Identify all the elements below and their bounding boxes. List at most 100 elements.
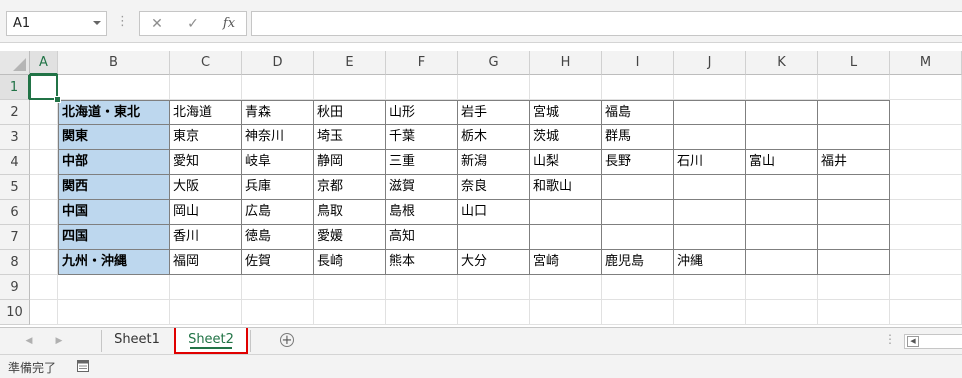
cell-i8[interactable]: 鹿児島: [602, 250, 674, 275]
cell-l3[interactable]: [818, 125, 890, 150]
cell-h7[interactable]: [530, 225, 602, 250]
cell-l10[interactable]: [818, 300, 890, 325]
cell-l9[interactable]: [818, 275, 890, 300]
cell-i9[interactable]: [602, 275, 674, 300]
cell-c9[interactable]: [170, 275, 242, 300]
cell-h3[interactable]: 茨城: [530, 125, 602, 150]
select-all-button[interactable]: [0, 51, 30, 75]
cell-b6[interactable]: 中国: [58, 200, 170, 225]
column-header-c[interactable]: C: [170, 51, 242, 75]
row-header-2[interactable]: 2: [0, 100, 30, 125]
cell-k9[interactable]: [746, 275, 818, 300]
scroll-left-icon[interactable]: ◀: [907, 336, 919, 347]
cell-i3[interactable]: 群馬: [602, 125, 674, 150]
cell-e6[interactable]: 鳥取: [314, 200, 386, 225]
cell-i2[interactable]: 福島: [602, 100, 674, 125]
more-options-icon[interactable]: ⋮: [116, 12, 129, 32]
cell-f5[interactable]: 滋賀: [386, 175, 458, 200]
row-header-9[interactable]: 9: [0, 275, 30, 300]
cancel-icon[interactable]: ✕: [145, 15, 169, 33]
cell-d4[interactable]: 岐阜: [242, 150, 314, 175]
cell-a4[interactable]: [30, 150, 58, 175]
cell-a2[interactable]: [30, 100, 58, 125]
column-header-l[interactable]: L: [818, 51, 890, 75]
cell-c1[interactable]: [170, 75, 242, 100]
chevron-down-icon[interactable]: [93, 21, 101, 25]
column-header-h[interactable]: H: [530, 51, 602, 75]
row-header-3[interactable]: 3: [0, 125, 30, 150]
cell-m5[interactable]: [890, 175, 962, 200]
more-options-icon[interactable]: ⋮: [884, 332, 896, 346]
cell-b9[interactable]: [58, 275, 170, 300]
row-header-10[interactable]: 10: [0, 300, 30, 325]
sheet-tab-sheet1[interactable]: Sheet1: [102, 328, 172, 354]
cell-d9[interactable]: [242, 275, 314, 300]
cell-a10[interactable]: [30, 300, 58, 325]
cell-g5[interactable]: 奈良: [458, 175, 530, 200]
cell-i10[interactable]: [602, 300, 674, 325]
cell-h10[interactable]: [530, 300, 602, 325]
sheet-tab-sheet2[interactable]: Sheet2: [174, 328, 248, 354]
cell-d8[interactable]: 佐賀: [242, 250, 314, 275]
column-header-i[interactable]: I: [602, 51, 674, 75]
cell-g10[interactable]: [458, 300, 530, 325]
cell-b2[interactable]: 北海道・東北: [58, 100, 170, 125]
row-header-5[interactable]: 5: [0, 175, 30, 200]
cell-d5[interactable]: 兵庫: [242, 175, 314, 200]
cell-c4[interactable]: 愛知: [170, 150, 242, 175]
cell-g8[interactable]: 大分: [458, 250, 530, 275]
horizontal-scrollbar[interactable]: ◀: [904, 334, 962, 349]
cell-m4[interactable]: [890, 150, 962, 175]
cell-a7[interactable]: [30, 225, 58, 250]
cell-a3[interactable]: [30, 125, 58, 150]
cell-g6[interactable]: 山口: [458, 200, 530, 225]
cell-a9[interactable]: [30, 275, 58, 300]
cell-l7[interactable]: [818, 225, 890, 250]
cell-k2[interactable]: [746, 100, 818, 125]
cell-a6[interactable]: [30, 200, 58, 225]
cell-b5[interactable]: 関西: [58, 175, 170, 200]
column-header-k[interactable]: K: [746, 51, 818, 75]
cell-k5[interactable]: [746, 175, 818, 200]
cell-j5[interactable]: [674, 175, 746, 200]
cell-k10[interactable]: [746, 300, 818, 325]
cell-m8[interactable]: [890, 250, 962, 275]
cell-c7[interactable]: 香川: [170, 225, 242, 250]
cell-c2[interactable]: 北海道: [170, 100, 242, 125]
cell-g9[interactable]: [458, 275, 530, 300]
cell-i4[interactable]: 長野: [602, 150, 674, 175]
cell-e10[interactable]: [314, 300, 386, 325]
column-header-b[interactable]: B: [58, 51, 170, 75]
cell-h6[interactable]: [530, 200, 602, 225]
cell-e3[interactable]: 埼玉: [314, 125, 386, 150]
cell-c10[interactable]: [170, 300, 242, 325]
cell-f4[interactable]: 三重: [386, 150, 458, 175]
cell-m3[interactable]: [890, 125, 962, 150]
cell-j8[interactable]: 沖縄: [674, 250, 746, 275]
cell-d7[interactable]: 徳島: [242, 225, 314, 250]
cell-k6[interactable]: [746, 200, 818, 225]
cell-j7[interactable]: [674, 225, 746, 250]
cell-c8[interactable]: 福岡: [170, 250, 242, 275]
cell-l8[interactable]: [818, 250, 890, 275]
cell-f6[interactable]: 島根: [386, 200, 458, 225]
cell-l4[interactable]: 福井: [818, 150, 890, 175]
cell-l6[interactable]: [818, 200, 890, 225]
cell-e2[interactable]: 秋田: [314, 100, 386, 125]
column-header-a[interactable]: A: [30, 51, 58, 75]
scroll-tabs-left-icon[interactable]: ◀: [22, 334, 36, 348]
cell-e1[interactable]: [314, 75, 386, 100]
cell-d1[interactable]: [242, 75, 314, 100]
cell-b10[interactable]: [58, 300, 170, 325]
cell-k3[interactable]: [746, 125, 818, 150]
cell-h8[interactable]: 宮崎: [530, 250, 602, 275]
cell-m9[interactable]: [890, 275, 962, 300]
enter-icon[interactable]: ✓: [181, 15, 205, 33]
row-header-4[interactable]: 4: [0, 150, 30, 175]
cell-b4[interactable]: 中部: [58, 150, 170, 175]
cell-c3[interactable]: 東京: [170, 125, 242, 150]
cell-i6[interactable]: [602, 200, 674, 225]
fill-handle[interactable]: [54, 96, 61, 103]
row-header-8[interactable]: 8: [0, 250, 30, 275]
row-header-6[interactable]: 6: [0, 200, 30, 225]
